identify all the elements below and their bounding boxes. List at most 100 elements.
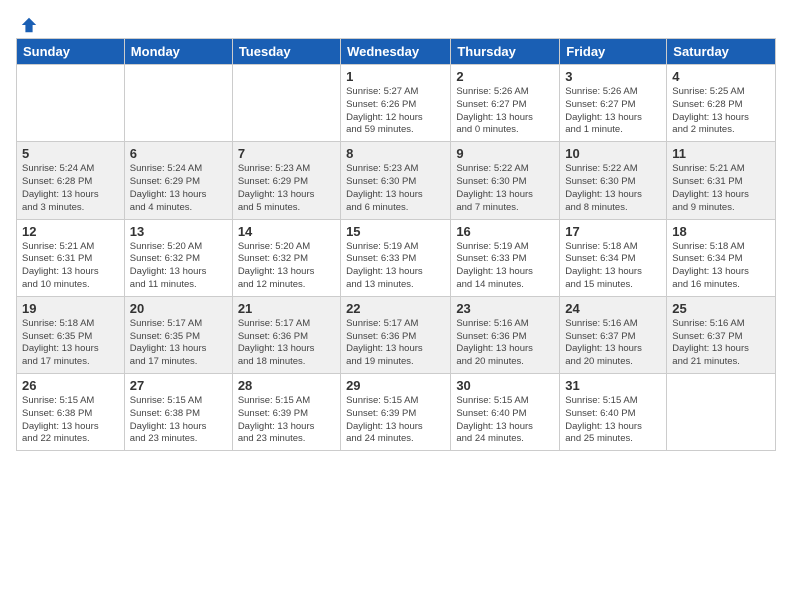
calendar-cell: 24 Sunrise: 5:16 AMSunset: 6:37 PMDayligh… [560, 296, 667, 373]
day-number: 27 [130, 378, 227, 393]
calendar-cell: 11Sunrise: 5:21 AMSunset: 6:31 PMDayligh… [667, 142, 776, 219]
day-number: 25 [672, 301, 770, 316]
day-number: 8 [346, 146, 445, 161]
day-number: 9 [456, 146, 554, 161]
day-number: 16 [456, 224, 554, 239]
weekday-header-row: SundayMondayTuesdayWednesdayThursdayFrid… [17, 39, 776, 65]
day-number: 17 [565, 224, 661, 239]
calendar-cell: 7 Sunrise: 5:23 AMSunset: 6:29 PMDaylight… [232, 142, 340, 219]
calendar-cell [17, 65, 125, 142]
weekday-header-friday: Friday [560, 39, 667, 65]
calendar-cell: 31 Sunrise: 5:15 AMSunset: 6:40 PMDayligh… [560, 374, 667, 451]
calendar-cell [232, 65, 340, 142]
day-number: 14 [238, 224, 335, 239]
calendar-cell: 6Sunrise: 5:24 AMSunset: 6:29 PMDaylight… [124, 142, 232, 219]
calendar-cell: 16 Sunrise: 5:19 AMSunset: 6:33 PMDayligh… [451, 219, 560, 296]
calendar-cell [667, 374, 776, 451]
day-number: 15 [346, 224, 445, 239]
calendar-cell: 14 Sunrise: 5:20 AMSunset: 6:32 PMDayligh… [232, 219, 340, 296]
calendar-cell: 30 Sunrise: 5:15 AMSunset: 6:40 PMDayligh… [451, 374, 560, 451]
day-number: 11 [672, 146, 770, 161]
day-info: Sunrise: 5:16 AMSunset: 6:37 PMDaylight:… [672, 318, 770, 369]
calendar-cell: 8 Sunrise: 5:23 AMSunset: 6:30 PMDaylight… [341, 142, 451, 219]
day-number: 30 [456, 378, 554, 393]
day-number: 5 [22, 146, 119, 161]
calendar-table: SundayMondayTuesdayWednesdayThursdayFrid… [16, 38, 776, 451]
day-info: Sunrise: 5:24 AMSunset: 6:28 PMDaylight:… [22, 163, 119, 214]
weekday-header-wednesday: Wednesday [341, 39, 451, 65]
day-number: 13 [130, 224, 227, 239]
calendar-week-4: 19 Sunrise: 5:18 AMSunset: 6:35 PMDayligh… [17, 296, 776, 373]
day-info: Sunrise: 5:16 AMSunset: 6:37 PMDaylight:… [565, 318, 661, 369]
logo [16, 16, 38, 30]
calendar-cell: 25 Sunrise: 5:16 AMSunset: 6:37 PMDayligh… [667, 296, 776, 373]
day-info: Sunrise: 5:18 AMSunset: 6:35 PMDaylight:… [22, 318, 119, 369]
calendar-cell: 2 Sunrise: 5:26 AMSunset: 6:27 PMDaylight… [451, 65, 560, 142]
logo-icon [20, 16, 38, 34]
calendar-cell: 1 Sunrise: 5:27 AMSunset: 6:26 PMDaylight… [341, 65, 451, 142]
day-number: 1 [346, 69, 445, 84]
day-number: 10 [565, 146, 661, 161]
calendar-cell: 18 Sunrise: 5:18 AMSunset: 6:34 PMDayligh… [667, 219, 776, 296]
calendar-cell: 28 Sunrise: 5:15 AMSunset: 6:39 PMDayligh… [232, 374, 340, 451]
calendar-body: 1 Sunrise: 5:27 AMSunset: 6:26 PMDaylight… [17, 65, 776, 451]
day-number: 19 [22, 301, 119, 316]
calendar-cell: 19 Sunrise: 5:18 AMSunset: 6:35 PMDayligh… [17, 296, 125, 373]
calendar-cell: 23 Sunrise: 5:16 AMSunset: 6:36 PMDayligh… [451, 296, 560, 373]
day-info: Sunrise: 5:22 AMSunset: 6:30 PMDaylight:… [456, 163, 554, 214]
day-number: 2 [456, 69, 554, 84]
calendar-cell: 3Sunrise: 5:26 AMSunset: 6:27 PMDaylight… [560, 65, 667, 142]
day-info: Sunrise: 5:23 AMSunset: 6:29 PMDaylight:… [238, 163, 335, 214]
day-number: 4 [672, 69, 770, 84]
day-number: 26 [22, 378, 119, 393]
weekday-header-tuesday: Tuesday [232, 39, 340, 65]
calendar-cell: 13Sunrise: 5:20 AMSunset: 6:32 PMDayligh… [124, 219, 232, 296]
day-info: Sunrise: 5:20 AMSunset: 6:32 PMDaylight:… [238, 241, 335, 292]
calendar-cell: 20Sunrise: 5:17 AMSunset: 6:35 PMDayligh… [124, 296, 232, 373]
calendar-cell: 17 Sunrise: 5:18 AMSunset: 6:34 PMDayligh… [560, 219, 667, 296]
calendar-cell: 22Sunrise: 5:17 AMSunset: 6:36 PMDayligh… [341, 296, 451, 373]
day-info: Sunrise: 5:16 AMSunset: 6:36 PMDaylight:… [456, 318, 554, 369]
calendar-cell: 26 Sunrise: 5:15 AMSunset: 6:38 PMDayligh… [17, 374, 125, 451]
day-number: 3 [565, 69, 661, 84]
calendar-week-1: 1 Sunrise: 5:27 AMSunset: 6:26 PMDaylight… [17, 65, 776, 142]
day-number: 28 [238, 378, 335, 393]
day-number: 18 [672, 224, 770, 239]
day-info: Sunrise: 5:15 AMSunset: 6:40 PMDaylight:… [565, 395, 661, 446]
day-number: 21 [238, 301, 335, 316]
calendar-week-2: 5 Sunrise: 5:24 AMSunset: 6:28 PMDaylight… [17, 142, 776, 219]
day-info: Sunrise: 5:18 AMSunset: 6:34 PMDaylight:… [672, 241, 770, 292]
weekday-header-thursday: Thursday [451, 39, 560, 65]
weekday-header-monday: Monday [124, 39, 232, 65]
day-number: 31 [565, 378, 661, 393]
day-number: 12 [22, 224, 119, 239]
calendar-cell: 10 Sunrise: 5:22 AMSunset: 6:30 PMDayligh… [560, 142, 667, 219]
day-info: Sunrise: 5:17 AMSunset: 6:36 PMDaylight:… [346, 318, 445, 369]
day-info: Sunrise: 5:25 AMSunset: 6:28 PMDaylight:… [672, 86, 770, 137]
day-info: Sunrise: 5:22 AMSunset: 6:30 PMDaylight:… [565, 163, 661, 214]
day-number: 24 [565, 301, 661, 316]
calendar-cell: 9 Sunrise: 5:22 AMSunset: 6:30 PMDaylight… [451, 142, 560, 219]
calendar-week-5: 26 Sunrise: 5:15 AMSunset: 6:38 PMDayligh… [17, 374, 776, 451]
day-info: Sunrise: 5:19 AMSunset: 6:33 PMDaylight:… [346, 241, 445, 292]
day-number: 7 [238, 146, 335, 161]
day-number: 23 [456, 301, 554, 316]
calendar-cell: 21Sunrise: 5:17 AMSunset: 6:36 PMDayligh… [232, 296, 340, 373]
day-info: Sunrise: 5:21 AMSunset: 6:31 PMDaylight:… [22, 241, 119, 292]
day-info: Sunrise: 5:18 AMSunset: 6:34 PMDaylight:… [565, 241, 661, 292]
day-info: Sunrise: 5:27 AMSunset: 6:26 PMDaylight:… [346, 86, 445, 137]
calendar-cell: 12 Sunrise: 5:21 AMSunset: 6:31 PMDayligh… [17, 219, 125, 296]
day-info: Sunrise: 5:15 AMSunset: 6:40 PMDaylight:… [456, 395, 554, 446]
calendar-cell: 29Sunrise: 5:15 AMSunset: 6:39 PMDayligh… [341, 374, 451, 451]
day-info: Sunrise: 5:15 AMSunset: 6:38 PMDaylight:… [130, 395, 227, 446]
day-info: Sunrise: 5:15 AMSunset: 6:39 PMDaylight:… [346, 395, 445, 446]
weekday-header-sunday: Sunday [17, 39, 125, 65]
day-info: Sunrise: 5:26 AMSunset: 6:27 PMDaylight:… [456, 86, 554, 137]
calendar-cell: 27 Sunrise: 5:15 AMSunset: 6:38 PMDayligh… [124, 374, 232, 451]
day-number: 20 [130, 301, 227, 316]
day-info: Sunrise: 5:15 AMSunset: 6:38 PMDaylight:… [22, 395, 119, 446]
day-info: Sunrise: 5:23 AMSunset: 6:30 PMDaylight:… [346, 163, 445, 214]
calendar-cell: 15 Sunrise: 5:19 AMSunset: 6:33 PMDayligh… [341, 219, 451, 296]
day-info: Sunrise: 5:19 AMSunset: 6:33 PMDaylight:… [456, 241, 554, 292]
day-info: Sunrise: 5:15 AMSunset: 6:39 PMDaylight:… [238, 395, 335, 446]
